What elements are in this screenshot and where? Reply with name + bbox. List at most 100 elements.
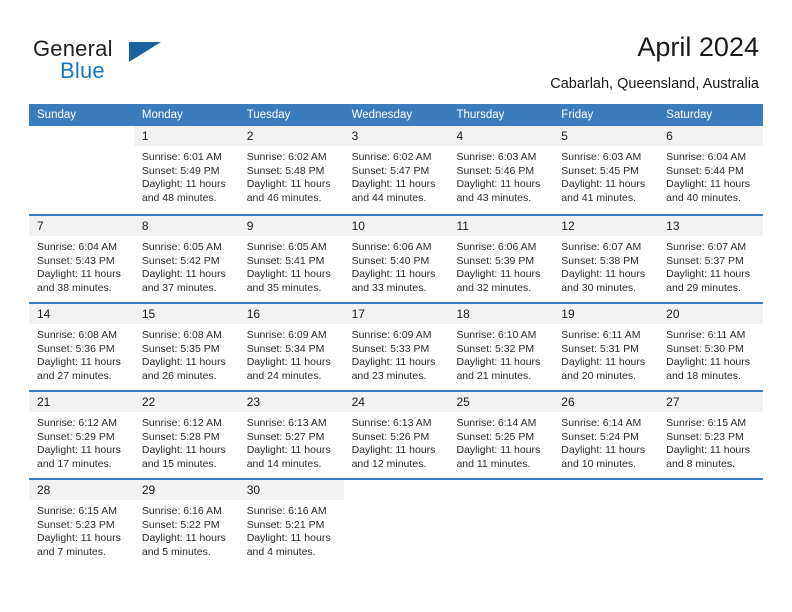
- daylight-text-line1: Daylight: 11 hours: [351, 444, 436, 457]
- sunrise-text: Sunrise: 6:03 AM: [456, 151, 537, 163]
- daylight-text-line1: Daylight: 11 hours: [37, 268, 121, 281]
- day-cell[interactable]: 6 Sunrise: 6:04 AM Sunset: 5:44 PM Dayli…: [658, 126, 764, 214]
- day-details: Sunrise: 6:11 AM Sunset: 5:31 PM Dayligh…: [553, 324, 658, 383]
- day-cell[interactable]: 7 Sunrise: 6:04 AM Sunset: 5:43 PM Dayli…: [29, 216, 134, 302]
- day-details: Sunrise: 6:14 AM Sunset: 5:25 PM Dayligh…: [448, 412, 553, 471]
- daylight-text-line2: and 24 minutes.: [246, 369, 322, 382]
- day-cell[interactable]: 21 Sunrise: 6:12 AM Sunset: 5:29 PM Dayl…: [29, 392, 134, 478]
- sunset-text: Sunset: 5:43 PM: [37, 254, 115, 267]
- day-number: 14: [29, 304, 134, 324]
- sunrise-text: Sunrise: 6:01 AM: [141, 151, 222, 163]
- day-number: 15: [133, 304, 239, 324]
- day-number: 25: [448, 392, 554, 412]
- day-cell[interactable]: 20 Sunrise: 6:11 AM Sunset: 5:30 PM Dayl…: [658, 304, 764, 390]
- day-cell[interactable]: 19 Sunrise: 6:11 AM Sunset: 5:31 PM Dayl…: [553, 304, 659, 390]
- daylight-text-line1: Daylight: 11 hours: [456, 356, 541, 369]
- logo-triangle-icon: [129, 42, 161, 62]
- sunset-text: Sunset: 5:39 PM: [456, 254, 535, 267]
- day-details: Sunrise: 6:12 AM Sunset: 5:28 PM Dayligh…: [134, 412, 239, 471]
- day-cell[interactable]: 29 Sunrise: 6:16 AM Sunset: 5:22 PM Dayl…: [133, 480, 239, 566]
- week-row: 14 Sunrise: 6:08 AM Sunset: 5:36 PM Dayl…: [29, 302, 764, 390]
- daylight-text-line2: and 38 minutes.: [37, 281, 112, 294]
- day-cell[interactable]: 24 Sunrise: 6:13 AM Sunset: 5:26 PM Dayl…: [343, 392, 449, 478]
- day-cell[interactable]: 16 Sunrise: 6:09 AM Sunset: 5:34 PM Dayl…: [238, 304, 344, 390]
- daylight-text-line1: Daylight: 11 hours: [246, 268, 331, 281]
- day-details: [553, 500, 658, 505]
- sunrise-text: Sunrise: 6:16 AM: [246, 505, 327, 517]
- day-cell[interactable]: 27 Sunrise: 6:15 AM Sunset: 5:23 PM Dayl…: [658, 392, 764, 478]
- day-details: Sunrise: 6:08 AM Sunset: 5:35 PM Dayligh…: [134, 324, 239, 383]
- day-number: 21: [29, 392, 134, 412]
- day-details: Sunrise: 6:15 AM Sunset: 5:23 PM Dayligh…: [29, 500, 134, 559]
- day-cell[interactable]: 3 Sunrise: 6:02 AM Sunset: 5:47 PM Dayli…: [343, 126, 449, 214]
- daylight-text-line2: and 44 minutes.: [351, 191, 427, 204]
- sunrise-text: Sunrise: 6:06 AM: [456, 241, 537, 253]
- sunset-text: Sunset: 5:29 PM: [37, 430, 115, 443]
- daylight-text-line2: and 14 minutes.: [246, 457, 322, 470]
- day-number: 13: [658, 216, 764, 236]
- logo-text-blue: Blue: [60, 58, 105, 83]
- day-number: 24: [343, 392, 449, 412]
- sunrise-text: Sunrise: 6:12 AM: [37, 417, 117, 429]
- daylight-text-line2: and 46 minutes.: [246, 191, 322, 204]
- sunrise-text: Sunrise: 6:02 AM: [246, 151, 327, 163]
- daylight-text-line1: Daylight: 11 hours: [37, 444, 121, 457]
- day-cell[interactable]: 12 Sunrise: 6:07 AM Sunset: 5:38 PM Dayl…: [553, 216, 659, 302]
- sunset-text: Sunset: 5:46 PM: [456, 164, 535, 177]
- sunset-text: Sunset: 5:44 PM: [666, 164, 744, 177]
- day-cell[interactable]: 17 Sunrise: 6:09 AM Sunset: 5:33 PM Dayl…: [343, 304, 449, 390]
- day-number: 22: [133, 392, 239, 412]
- sunrise-text: Sunrise: 6:12 AM: [141, 417, 222, 429]
- sunset-text: Sunset: 5:30 PM: [666, 342, 744, 355]
- day-number: [658, 480, 764, 500]
- daylight-text-line2: and 32 minutes.: [456, 281, 532, 294]
- day-number: 27: [658, 392, 764, 412]
- day-number: 7: [29, 216, 134, 236]
- day-number: 12: [553, 216, 659, 236]
- day-cell[interactable]: 9 Sunrise: 6:05 AM Sunset: 5:41 PM Dayli…: [238, 216, 344, 302]
- day-cell[interactable]: 22 Sunrise: 6:12 AM Sunset: 5:28 PM Dayl…: [133, 392, 239, 478]
- day-cell: [658, 480, 764, 566]
- day-number: 30: [238, 480, 344, 500]
- day-cell[interactable]: 15 Sunrise: 6:08 AM Sunset: 5:35 PM Dayl…: [133, 304, 239, 390]
- sunset-text: Sunset: 5:41 PM: [246, 254, 325, 267]
- sunset-text: Sunset: 5:34 PM: [246, 342, 325, 355]
- day-cell[interactable]: 10 Sunrise: 6:06 AM Sunset: 5:40 PM Dayl…: [343, 216, 449, 302]
- day-cell[interactable]: 26 Sunrise: 6:14 AM Sunset: 5:24 PM Dayl…: [553, 392, 659, 478]
- daylight-text-line2: and 29 minutes.: [666, 281, 741, 294]
- sunrise-text: Sunrise: 6:14 AM: [561, 417, 642, 429]
- calendar-page: General Blue April 2024 Cabarlah, Queens…: [0, 0, 792, 612]
- day-cell[interactable]: 25 Sunrise: 6:14 AM Sunset: 5:25 PM Dayl…: [448, 392, 554, 478]
- daylight-text-line1: Daylight: 11 hours: [456, 444, 541, 457]
- daylight-text-line2: and 11 minutes.: [456, 457, 531, 470]
- day-details: Sunrise: 6:13 AM Sunset: 5:26 PM Dayligh…: [344, 412, 449, 471]
- week-row: 1 Sunrise: 6:01 AM Sunset: 5:49 PM Dayli…: [29, 126, 764, 214]
- day-cell[interactable]: 30 Sunrise: 6:16 AM Sunset: 5:21 PM Dayl…: [238, 480, 344, 566]
- page-subtitle-location: Cabarlah, Queensland, Australia: [550, 76, 759, 92]
- day-cell[interactable]: 2 Sunrise: 6:02 AM Sunset: 5:48 PM Dayli…: [238, 126, 344, 214]
- day-cell[interactable]: 11 Sunrise: 6:06 AM Sunset: 5:39 PM Dayl…: [448, 216, 554, 302]
- day-cell[interactable]: 23 Sunrise: 6:13 AM Sunset: 5:27 PM Dayl…: [238, 392, 344, 478]
- sunrise-text: Sunrise: 6:11 AM: [666, 329, 746, 341]
- daylight-text-line1: Daylight: 11 hours: [561, 268, 646, 281]
- sunrise-text: Sunrise: 6:13 AM: [246, 417, 327, 429]
- day-cell[interactable]: 28 Sunrise: 6:15 AM Sunset: 5:23 PM Dayl…: [29, 480, 134, 566]
- day-number: 28: [29, 480, 134, 500]
- sunset-text: Sunset: 5:42 PM: [141, 254, 220, 267]
- day-cell[interactable]: 14 Sunrise: 6:08 AM Sunset: 5:36 PM Dayl…: [29, 304, 134, 390]
- sunrise-text: Sunrise: 6:04 AM: [666, 151, 747, 163]
- day-number: 17: [343, 304, 449, 324]
- day-cell[interactable]: 18 Sunrise: 6:10 AM Sunset: 5:32 PM Dayl…: [448, 304, 554, 390]
- daylight-text-line1: Daylight: 11 hours: [561, 444, 646, 457]
- dow-sunday: Sunday: [37, 109, 77, 121]
- daylight-text-line2: and 20 minutes.: [561, 369, 637, 382]
- day-cell[interactable]: 8 Sunrise: 6:05 AM Sunset: 5:42 PM Dayli…: [133, 216, 239, 302]
- day-cell[interactable]: 4 Sunrise: 6:03 AM Sunset: 5:46 PM Dayli…: [448, 126, 554, 214]
- day-details: Sunrise: 6:11 AM Sunset: 5:30 PM Dayligh…: [658, 324, 763, 383]
- sunrise-text: Sunrise: 6:16 AM: [141, 505, 222, 517]
- daylight-text-line1: Daylight: 11 hours: [141, 178, 226, 191]
- day-cell[interactable]: 5 Sunrise: 6:03 AM Sunset: 5:45 PM Dayli…: [553, 126, 659, 214]
- dow-thursday: Thursday: [456, 109, 505, 121]
- day-cell[interactable]: 13 Sunrise: 6:07 AM Sunset: 5:37 PM Dayl…: [658, 216, 764, 302]
- day-cell[interactable]: 1 Sunrise: 6:01 AM Sunset: 5:49 PM Dayli…: [133, 126, 239, 214]
